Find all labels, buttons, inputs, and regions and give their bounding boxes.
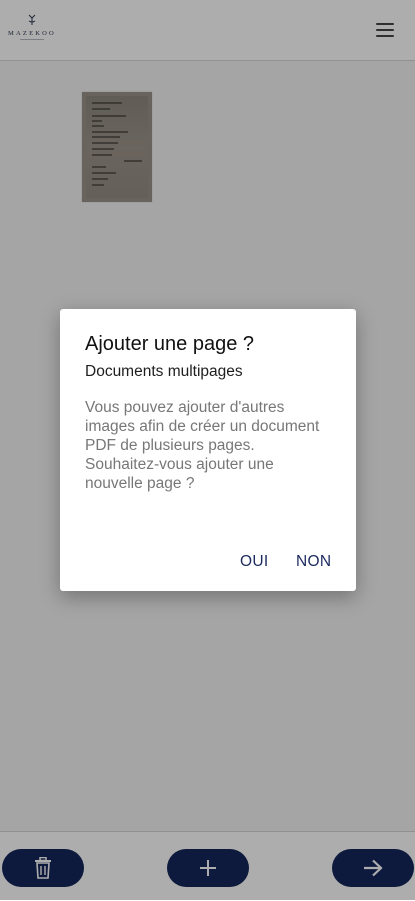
dialog-subtitle: Documents multipages [85,363,243,380]
dialog-title: Ajouter une page ? [85,333,255,355]
dialog-message: Vous pouvez ajouter d'autres images afin… [85,399,320,492]
no-button[interactable]: NON [296,553,331,571]
yes-button[interactable]: OUI [240,553,268,571]
add-page-dialog: Ajouter une page ? Documents multipages … [60,309,356,591]
